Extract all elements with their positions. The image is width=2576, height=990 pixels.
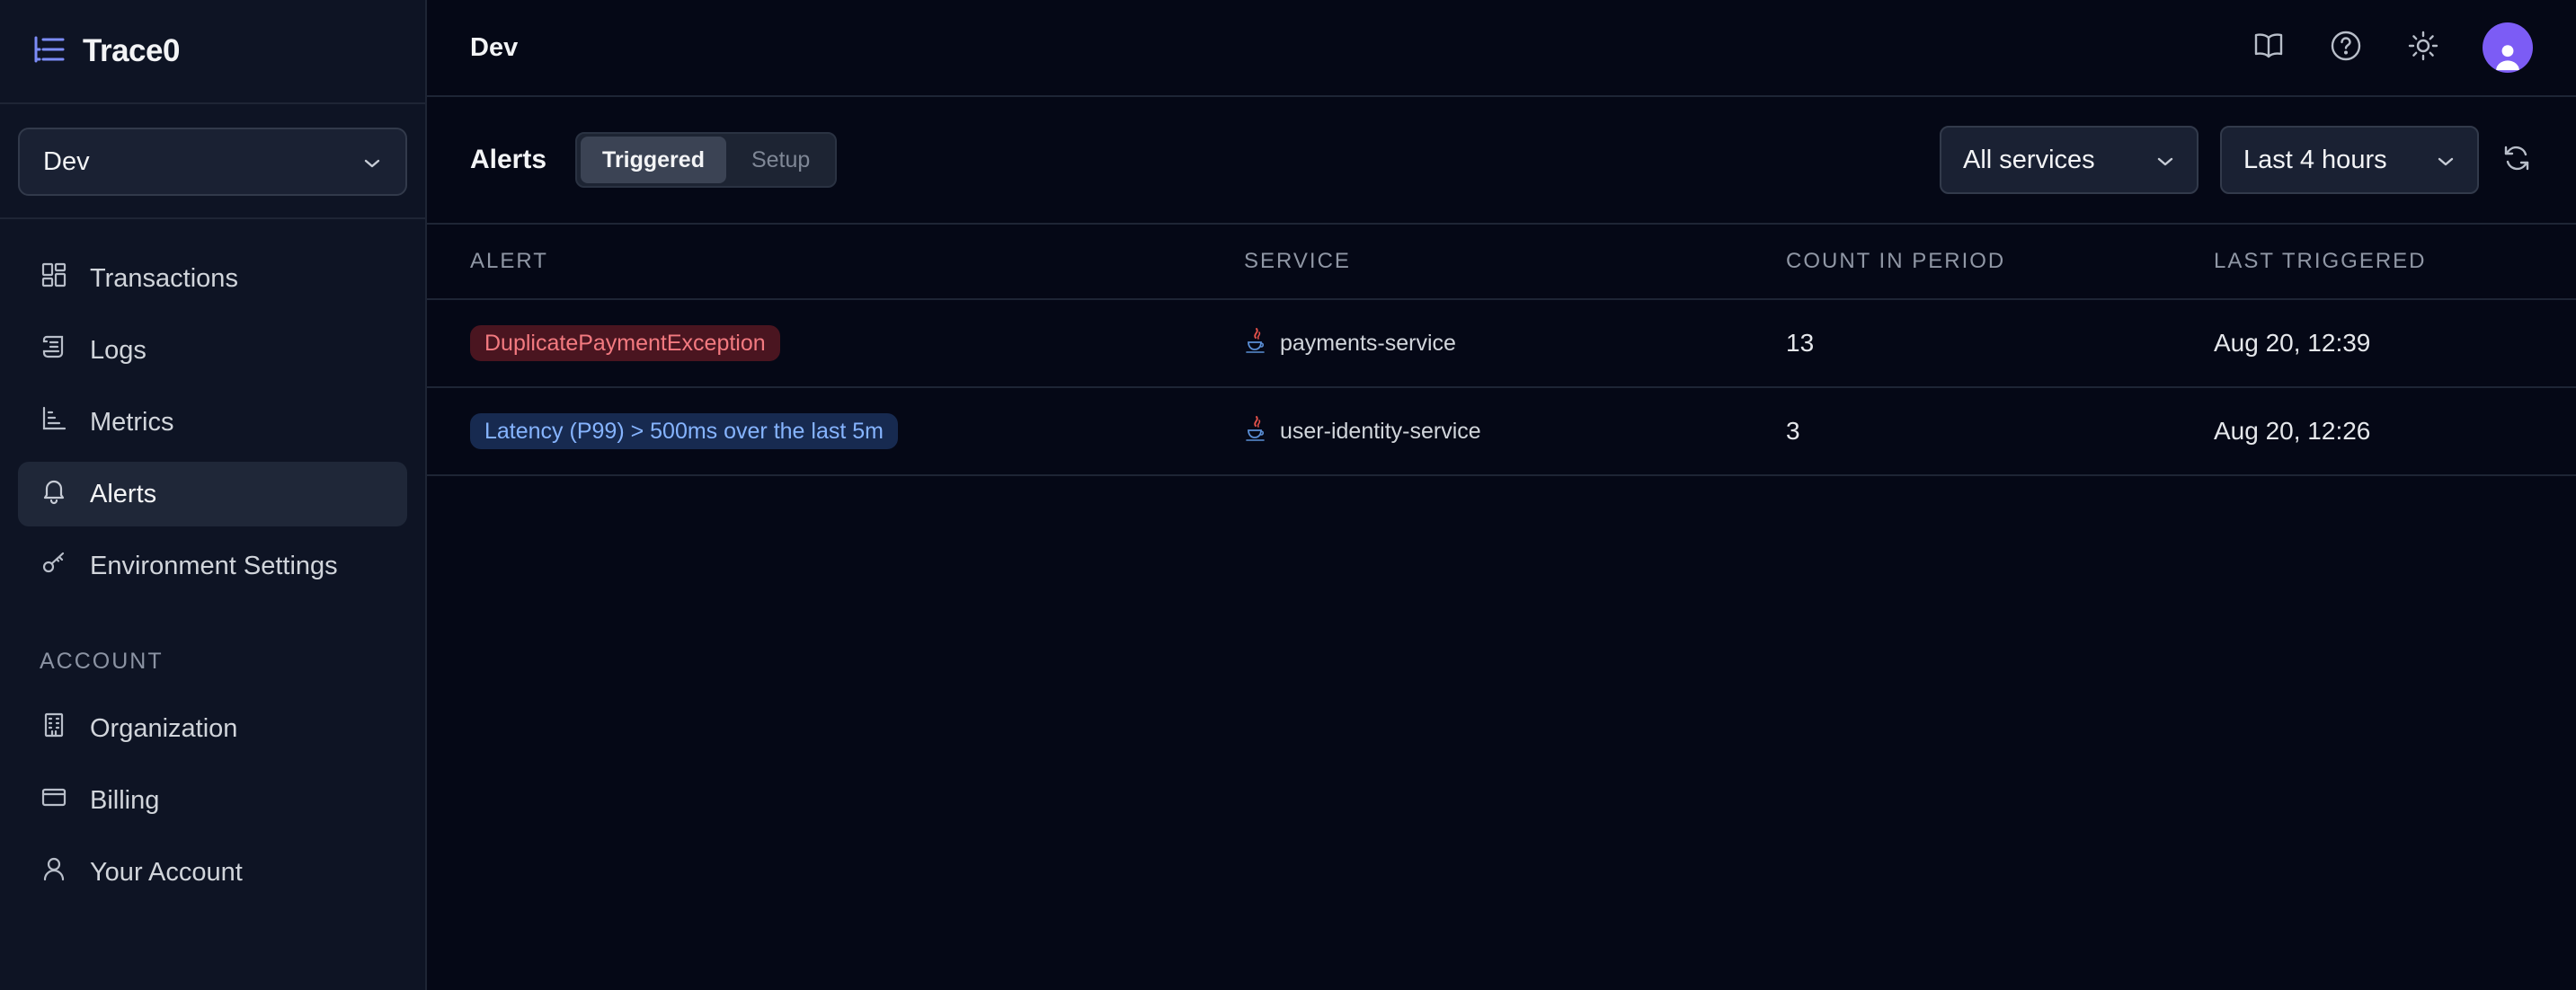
building-icon: [40, 711, 68, 747]
section-title: Alerts: [470, 145, 547, 174]
alert-count: 13: [1786, 329, 1815, 357]
docs-book-icon[interactable]: [2251, 28, 2287, 68]
main-content: Dev Alerts Triggered Setup All services …: [427, 0, 2576, 990]
alert-count: 3: [1786, 417, 1800, 445]
bell-icon: [40, 476, 68, 512]
last-triggered: Aug 20, 12:39: [2214, 329, 2371, 357]
service-name: payments-service: [1280, 330, 1456, 356]
column-header-alert[interactable]: ALERT: [470, 249, 1244, 274]
help-icon[interactable]: [2328, 28, 2364, 68]
sidebar-item-transactions[interactable]: Transactions: [18, 246, 407, 311]
table-row[interactable]: DuplicatePaymentException payments-servi…: [427, 300, 2576, 388]
chevron-down-icon: [2155, 146, 2175, 175]
time-range-select[interactable]: Last 4 hours: [2220, 126, 2479, 194]
alert-badge[interactable]: Latency (P99) > 500ms over the last 5m: [470, 413, 898, 449]
service-name: user-identity-service: [1280, 418, 1481, 444]
chevron-down-icon: [362, 147, 382, 177]
sidebar-item-organization[interactable]: Organization: [18, 696, 407, 761]
bar-chart-icon: [40, 404, 68, 440]
alerts-table: ALERT SERVICE COUNT IN PERIOD LAST TRIGG…: [427, 225, 2576, 476]
sidebar: Trace0 Dev Transactions Logs Metrics Ale…: [0, 0, 427, 990]
sidebar-item-label: Organization: [90, 713, 238, 743]
sidebar-item-label: Alerts: [90, 479, 157, 508]
brand[interactable]: Trace0: [0, 0, 425, 104]
sidebar-item-label: Billing: [90, 785, 160, 815]
tab-setup[interactable]: Setup: [730, 137, 831, 183]
column-header-service[interactable]: SERVICE: [1244, 249, 1786, 274]
app-root: Trace0 Dev Transactions Logs Metrics Ale…: [0, 0, 2576, 990]
theme-sun-icon[interactable]: [2405, 28, 2441, 68]
sidebar-item-your-account[interactable]: Your Account: [18, 840, 407, 905]
sidebar-item-billing[interactable]: Billing: [18, 768, 407, 833]
environment-select[interactable]: Dev: [18, 128, 407, 196]
app-name: Trace0: [83, 33, 180, 68]
sidebar-item-label: Metrics: [90, 407, 174, 437]
page-title: Dev: [470, 32, 519, 62]
time-range-value: Last 4 hours: [2243, 145, 2387, 174]
tab-triggered[interactable]: Triggered: [581, 137, 726, 183]
credit-card-icon: [40, 782, 68, 818]
last-triggered: Aug 20, 12:26: [2214, 417, 2371, 445]
sidebar-item-label: Logs: [90, 335, 147, 365]
main-nav: Transactions Logs Metrics Alerts Environ…: [0, 219, 425, 598]
sidebar-item-alerts[interactable]: Alerts: [18, 462, 407, 526]
sidebar-item-logs[interactable]: Logs: [18, 318, 407, 383]
service-filter-value: All services: [1963, 145, 2095, 174]
alerts-tabs: Triggered Setup: [575, 132, 838, 188]
java-icon: [1244, 415, 1267, 448]
environment-value: Dev: [43, 146, 90, 176]
sidebar-item-metrics[interactable]: Metrics: [18, 390, 407, 455]
user-icon: [40, 854, 68, 890]
refresh-icon[interactable]: [2500, 142, 2533, 179]
topbar: Dev: [427, 0, 2576, 97]
chevron-down-icon: [2436, 146, 2456, 175]
sidebar-item-label: Transactions: [90, 263, 238, 293]
table-row[interactable]: Latency (P99) > 500ms over the last 5m u…: [427, 388, 2576, 476]
scroll-icon: [40, 332, 68, 368]
alerts-toolbar: Alerts Triggered Setup All services Last…: [427, 97, 2576, 225]
column-header-count[interactable]: COUNT IN PERIOD: [1786, 249, 2214, 274]
sidebar-item-environment-settings[interactable]: Environment Settings: [18, 534, 407, 598]
column-header-last-triggered[interactable]: LAST TRIGGERED: [2214, 249, 2576, 274]
java-icon: [1244, 327, 1267, 360]
dashboard-icon: [40, 261, 68, 296]
sidebar-item-label: Environment Settings: [90, 551, 338, 580]
avatar[interactable]: [2483, 22, 2533, 73]
account-section-label: ACCOUNT: [40, 649, 164, 674]
logo-icon: [32, 34, 67, 69]
service-filter-select[interactable]: All services: [1940, 126, 2198, 194]
sidebar-item-label: Your Account: [90, 857, 243, 887]
alert-badge[interactable]: DuplicatePaymentException: [470, 325, 780, 361]
account-nav: Organization Billing Your Account: [0, 696, 425, 905]
key-icon: [40, 548, 68, 584]
table-header: ALERT SERVICE COUNT IN PERIOD LAST TRIGG…: [427, 225, 2576, 300]
